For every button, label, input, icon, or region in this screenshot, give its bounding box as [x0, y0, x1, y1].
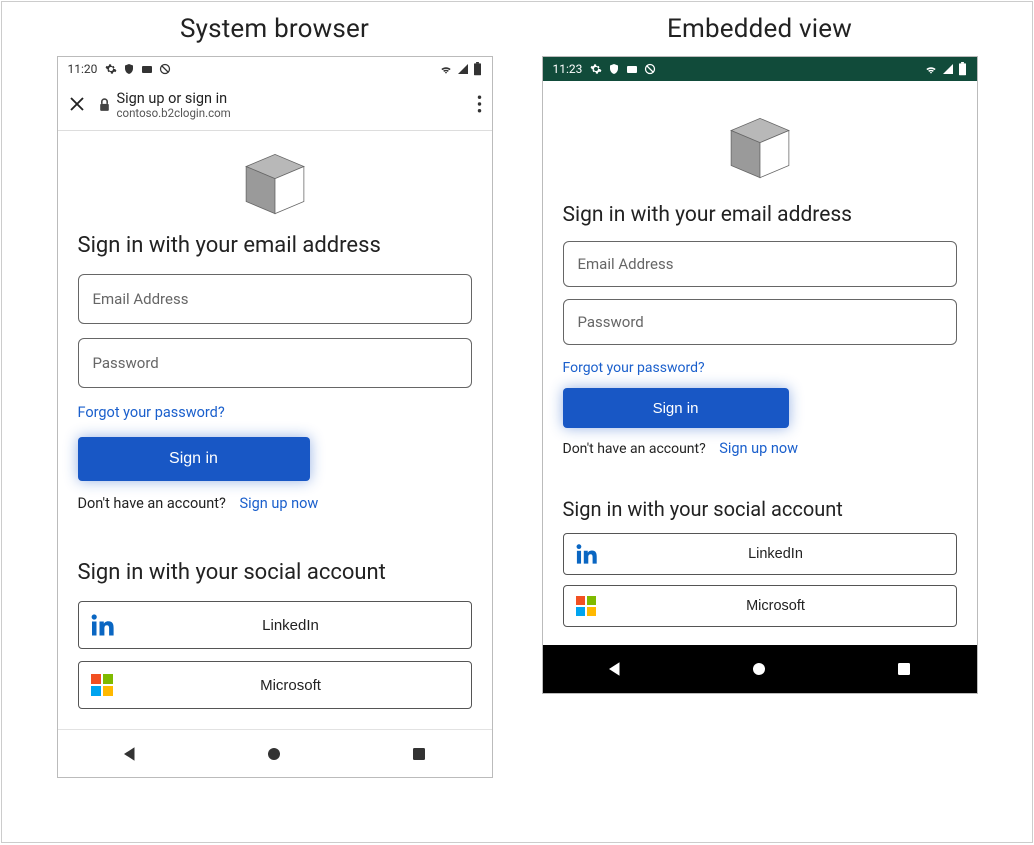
browser-bar: Sign up or sign in contoso.b2clogin.com	[58, 81, 492, 131]
gear-icon	[590, 63, 602, 75]
linkedin-icon	[576, 543, 598, 565]
status-time: 11:23	[553, 62, 583, 76]
kebab-menu-icon[interactable]	[477, 94, 482, 118]
column-title-right: Embedded view	[667, 14, 852, 44]
android-nav-bar	[58, 729, 492, 777]
no-account-text: Don't have an account?	[78, 495, 226, 512]
android-nav-bar	[543, 645, 977, 693]
back-icon[interactable]	[604, 658, 626, 680]
linkedin-icon	[91, 613, 115, 637]
logo	[78, 151, 472, 217]
email-field[interactable]: Email Address	[563, 241, 957, 287]
linkedin-label: LinkedIn	[608, 546, 944, 562]
recents-icon[interactable]	[893, 658, 915, 680]
page-title: Sign up or sign in	[117, 91, 231, 108]
password-field[interactable]: Password	[563, 299, 957, 345]
back-icon[interactable]	[119, 743, 141, 765]
page-content: Sign in with your email address Email Ad…	[58, 131, 492, 729]
signin-button[interactable]: Sign in	[563, 388, 789, 428]
no-circle-icon	[159, 63, 171, 75]
status-right-icons	[439, 62, 482, 76]
gear-icon	[105, 63, 117, 75]
microsoft-label: Microsoft	[608, 598, 944, 614]
lock-icon	[98, 98, 111, 112]
card-icon	[626, 64, 638, 75]
device-frame-right: 11:23	[542, 56, 978, 694]
linkedin-button[interactable]: LinkedIn	[78, 601, 472, 649]
wifi-icon	[924, 63, 938, 75]
wifi-icon	[439, 63, 453, 75]
url-area[interactable]: Sign up or sign in contoso.b2clogin.com	[98, 91, 465, 121]
status-time: 11:20	[68, 62, 98, 76]
battery-icon	[958, 62, 967, 76]
linkedin-label: LinkedIn	[123, 617, 459, 634]
device-frame-left: 11:20	[57, 56, 493, 778]
home-icon[interactable]	[748, 658, 770, 680]
social-heading: Sign in with your social account	[563, 497, 957, 521]
signal-icon	[457, 63, 469, 75]
cube-icon	[722, 115, 798, 181]
logo	[563, 115, 957, 181]
recents-icon[interactable]	[408, 743, 430, 765]
email-field[interactable]: Email Address	[78, 274, 472, 324]
status-right-icons	[924, 62, 967, 76]
microsoft-icon	[91, 674, 113, 696]
embedded-view-column: Embedded view 11:23	[540, 12, 980, 822]
no-account-text: Don't have an account?	[563, 441, 706, 457]
page-domain: contoso.b2clogin.com	[117, 107, 231, 120]
status-left-icons	[590, 63, 656, 75]
signup-link[interactable]: Sign up now	[719, 440, 798, 457]
status-left-icons	[105, 63, 171, 75]
signin-heading: Sign in with your email address	[563, 203, 957, 227]
cube-icon	[237, 151, 313, 217]
battery-icon	[473, 62, 482, 76]
social-heading: Sign in with your social account	[78, 560, 472, 585]
signal-icon	[942, 63, 954, 75]
password-field[interactable]: Password	[78, 338, 472, 388]
home-icon[interactable]	[263, 743, 285, 765]
signup-row: Don't have an account? Sign up now	[78, 495, 472, 512]
linkedin-button[interactable]: LinkedIn	[563, 533, 957, 575]
column-title-left: System browser	[180, 14, 369, 44]
signin-heading: Sign in with your email address	[78, 233, 472, 258]
status-bar: 11:23	[543, 57, 977, 81]
microsoft-button[interactable]: Microsoft	[563, 585, 957, 627]
forgot-password-link[interactable]: Forgot your password?	[78, 404, 225, 421]
microsoft-icon	[576, 596, 596, 616]
forgot-password-link[interactable]: Forgot your password?	[563, 360, 705, 376]
signup-link[interactable]: Sign up now	[239, 495, 318, 512]
signup-row: Don't have an account? Sign up now	[563, 440, 957, 457]
page-content: Sign in with your email address Email Ad…	[543, 81, 977, 645]
system-browser-column: System browser 11:20	[55, 12, 495, 822]
close-icon[interactable]	[68, 94, 86, 118]
microsoft-button[interactable]: Microsoft	[78, 661, 472, 709]
status-bar: 11:20	[58, 57, 492, 81]
comparison-container: System browser 11:20	[1, 1, 1033, 843]
shield-icon	[608, 63, 620, 75]
no-circle-icon	[644, 63, 656, 75]
card-icon	[141, 64, 153, 75]
signin-button[interactable]: Sign in	[78, 437, 310, 481]
shield-icon	[123, 63, 135, 75]
microsoft-label: Microsoft	[123, 677, 459, 694]
